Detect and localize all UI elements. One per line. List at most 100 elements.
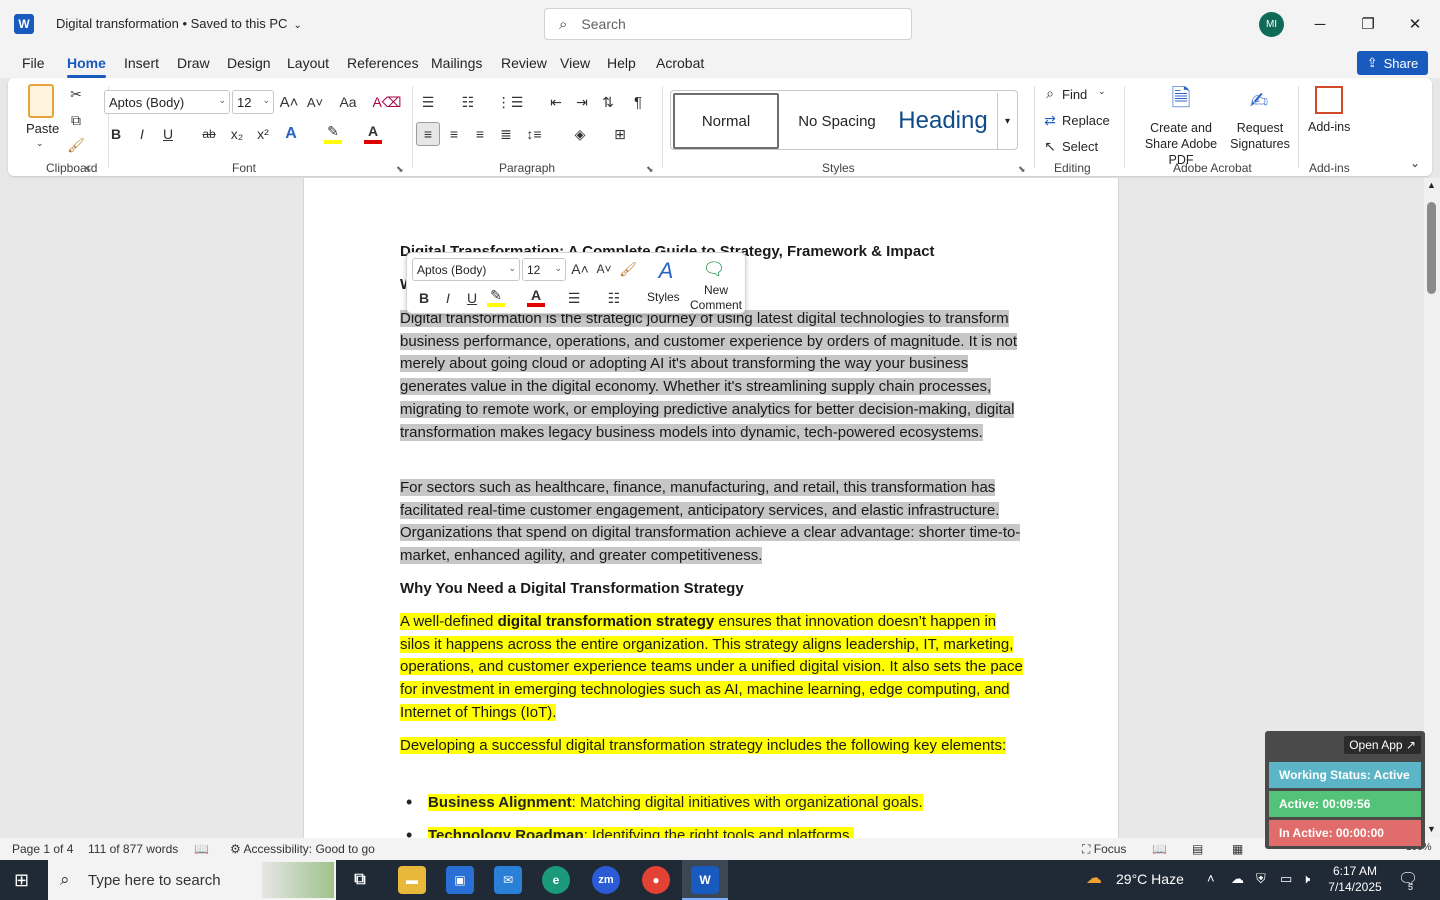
tab-view[interactable]: View bbox=[560, 55, 590, 71]
store-icon[interactable]: ▣ bbox=[446, 866, 474, 894]
style-heading[interactable]: Heading bbox=[893, 93, 993, 149]
replace-icon[interactable]: ⇄ bbox=[1042, 111, 1058, 129]
web-layout-icon[interactable]: ▦ bbox=[1232, 842, 1243, 856]
dialog-launcher-icon[interactable]: ⬊ bbox=[1018, 164, 1026, 175]
font-color-icon[interactable]: A bbox=[527, 287, 545, 307]
tab-file[interactable]: File bbox=[22, 55, 45, 71]
share-button[interactable]: ⇪ Share bbox=[1357, 51, 1428, 75]
text-effects-icon[interactable]: A bbox=[282, 124, 300, 144]
edge-icon[interactable]: e bbox=[542, 866, 570, 894]
format-painter-icon[interactable]: 🖌 bbox=[619, 260, 637, 278]
page-count[interactable]: Page 1 of 4 bbox=[12, 842, 73, 856]
clear-formatting-icon[interactable]: A⌫ bbox=[372, 92, 401, 112]
network-icon[interactable]: ▭ bbox=[1280, 871, 1292, 887]
styles-more-icon[interactable]: ▾ bbox=[997, 93, 1017, 149]
add-ins-button[interactable]: Add-ins bbox=[1308, 120, 1350, 134]
sort-icon[interactable]: ⇅ bbox=[598, 92, 618, 112]
proofing-icon[interactable]: 📖 bbox=[194, 842, 209, 856]
numbering-icon[interactable]: ☷ bbox=[458, 92, 478, 112]
find-button[interactable]: Find bbox=[1062, 87, 1087, 102]
copy-icon[interactable]: ⧉ bbox=[68, 111, 84, 129]
collapse-ribbon-icon[interactable]: ⌄ bbox=[1410, 156, 1420, 170]
font-color-icon[interactable]: A bbox=[364, 122, 382, 144]
grow-font-icon[interactable]: A˄ bbox=[571, 260, 589, 278]
font-size-combo[interactable]: 12 ⌄ bbox=[232, 90, 274, 114]
tab-layout[interactable]: Layout bbox=[287, 55, 329, 71]
tab-help[interactable]: Help bbox=[607, 55, 636, 71]
chevron-down-icon[interactable]: ⌄ bbox=[1098, 86, 1106, 97]
underline-button[interactable]: U bbox=[465, 289, 479, 307]
dialog-launcher-icon[interactable]: ⬊ bbox=[84, 164, 92, 175]
dialog-launcher-icon[interactable]: ⬊ bbox=[646, 164, 654, 175]
italic-button[interactable]: I bbox=[441, 289, 455, 307]
word-taskbar-icon[interactable]: W bbox=[691, 866, 719, 894]
cloud-icon[interactable]: ☁ bbox=[1231, 871, 1244, 887]
shading-icon[interactable]: ◈ bbox=[570, 122, 590, 146]
clock[interactable]: 6:17 AM 7/14/2025 bbox=[1326, 863, 1384, 895]
select-cursor-icon[interactable]: ↖ bbox=[1042, 137, 1058, 155]
request-signatures-icon[interactable]: ✍ bbox=[1244, 86, 1274, 116]
weather-text[interactable]: 29°C Haze bbox=[1116, 871, 1184, 887]
bullets-icon[interactable]: ☰ bbox=[565, 289, 583, 307]
justify-icon[interactable]: ≣ bbox=[496, 122, 516, 146]
avatar[interactable]: MI bbox=[1259, 12, 1284, 37]
task-view-icon[interactable]: ⧉ bbox=[346, 866, 374, 894]
subscript-button[interactable]: x₂ bbox=[228, 124, 246, 144]
borders-icon[interactable]: ⊞ bbox=[610, 122, 630, 146]
tab-mailings[interactable]: Mailings bbox=[431, 55, 482, 71]
security-icon[interactable]: ⛨ bbox=[1256, 871, 1266, 887]
font-name-combo[interactable]: Aptos (Body) ⌄ bbox=[104, 90, 230, 114]
close-icon[interactable]: ✕ bbox=[1403, 12, 1427, 36]
increase-indent-icon[interactable]: ⇥ bbox=[572, 92, 592, 112]
replace-button[interactable]: Replace bbox=[1062, 113, 1110, 128]
new-comment-button[interactable]: New Comment bbox=[689, 283, 743, 313]
tab-review[interactable]: Review bbox=[501, 55, 547, 71]
chevron-down-icon[interactable]: ⌄ bbox=[36, 138, 44, 149]
shrink-font-icon[interactable]: A˅ bbox=[306, 92, 324, 112]
highlight-icon[interactable]: ✎ bbox=[487, 287, 505, 307]
italic-button[interactable]: I bbox=[134, 124, 150, 144]
scroll-down-icon[interactable]: ▼ bbox=[1427, 824, 1436, 834]
vertical-scrollbar[interactable]: ▲ ▼ bbox=[1424, 178, 1440, 838]
mini-size-combo[interactable]: 12 ⌄ bbox=[522, 258, 566, 281]
scroll-thumb[interactable] bbox=[1427, 202, 1436, 294]
focus-button[interactable]: ⛶ Focus bbox=[1082, 842, 1126, 857]
tab-design[interactable]: Design bbox=[227, 55, 271, 71]
pdf-share-icon[interactable]: 🗎 bbox=[1168, 85, 1194, 116]
paste-icon[interactable] bbox=[28, 84, 54, 118]
mini-font-combo[interactable]: Aptos (Body) ⌄ bbox=[412, 258, 520, 281]
line-spacing-icon[interactable]: ↕≡ bbox=[524, 122, 544, 146]
strikethrough-button[interactable]: ab bbox=[200, 124, 218, 144]
bullets-icon[interactable]: ☰ bbox=[418, 92, 438, 112]
new-comment-icon[interactable]: 🗨 bbox=[701, 257, 727, 281]
align-left-icon[interactable]: ≡ bbox=[416, 122, 440, 146]
document-title[interactable]: Digital transformation • Saved to this P… bbox=[56, 16, 302, 31]
multilevel-list-icon[interactable]: ⋮☰ bbox=[497, 92, 524, 112]
tab-home[interactable]: Home bbox=[67, 55, 106, 78]
accessibility-status[interactable]: ⚙ Accessibility: Good to go bbox=[230, 842, 375, 856]
grow-font-icon[interactable]: A˄ bbox=[280, 92, 299, 112]
tab-draw[interactable]: Draw bbox=[177, 55, 210, 71]
style-normal[interactable]: Normal bbox=[673, 93, 779, 149]
select-button[interactable]: Select bbox=[1062, 139, 1098, 154]
bold-button[interactable]: B bbox=[417, 289, 431, 307]
search-input[interactable]: ⌕ Search bbox=[544, 8, 912, 40]
bold-button[interactable]: B bbox=[108, 124, 124, 144]
align-center-icon[interactable]: ≡ bbox=[444, 122, 464, 146]
superscript-button[interactable]: x² bbox=[254, 124, 272, 144]
volume-icon[interactable]: 🕨 bbox=[1302, 871, 1310, 887]
mini-styles-button[interactable]: Styles bbox=[647, 290, 680, 304]
add-ins-icon[interactable] bbox=[1315, 86, 1343, 114]
dialog-launcher-icon[interactable]: ⬊ bbox=[396, 164, 404, 175]
open-app-button[interactable]: Open App ↗ bbox=[1344, 736, 1421, 754]
paste-button[interactable]: Paste bbox=[26, 121, 59, 136]
request-signatures-button[interactable]: Request Signatures bbox=[1230, 120, 1290, 152]
format-painter-icon[interactable]: 🖌 bbox=[67, 136, 85, 154]
minimize-icon[interactable]: ─ bbox=[1308, 12, 1332, 36]
align-right-icon[interactable]: ≡ bbox=[470, 122, 490, 146]
decrease-indent-icon[interactable]: ⇤ bbox=[546, 92, 566, 112]
cut-icon[interactable]: ✂ bbox=[68, 85, 84, 103]
zoom-app-icon[interactable]: zm bbox=[592, 866, 620, 894]
file-explorer-icon[interactable]: ▬ bbox=[398, 866, 426, 894]
print-layout-icon[interactable]: ▤ bbox=[1192, 842, 1203, 856]
